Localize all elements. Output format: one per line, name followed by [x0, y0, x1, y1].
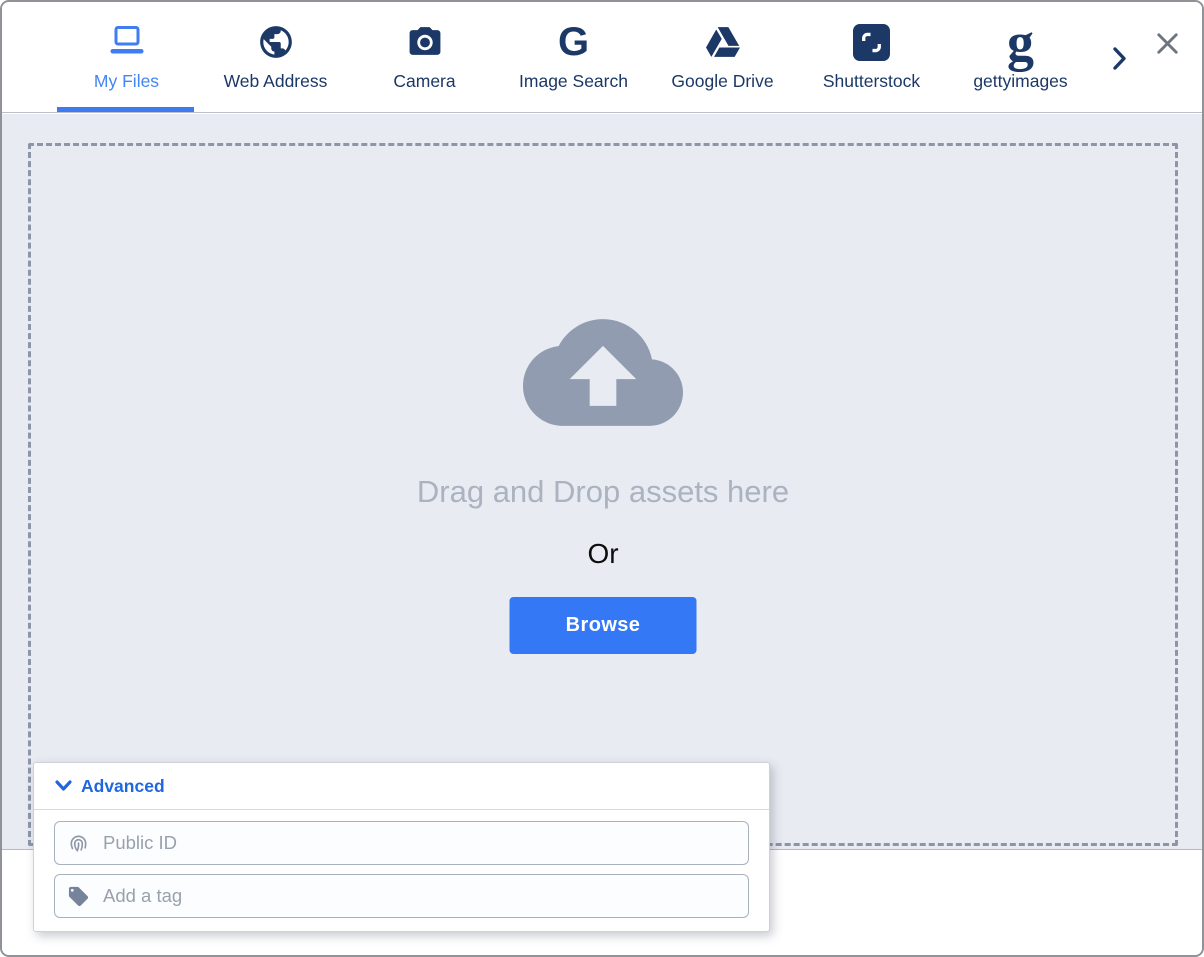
close-button[interactable] [1150, 26, 1184, 60]
advanced-title: Advanced [81, 776, 165, 797]
tab-label: Camera [393, 71, 455, 92]
shutterstock-icon [853, 21, 890, 63]
letter-G-icon: G [558, 21, 589, 63]
upload-widget: My Files Web Address Camera G [0, 0, 1204, 957]
cloud-upload-icon [523, 319, 683, 426]
source-tabbar: My Files Web Address Camera G [2, 2, 1202, 113]
tab-google-drive[interactable]: Google Drive [648, 2, 797, 112]
tabs-scroll-next-button[interactable] [1108, 44, 1130, 72]
advanced-toggle[interactable]: Advanced [34, 763, 769, 810]
tab-camera[interactable]: Camera [350, 2, 499, 112]
laptop-icon [105, 21, 149, 63]
fingerprint-icon [67, 832, 90, 855]
tab-label: My Files [94, 71, 159, 92]
tab-gettyimages[interactable]: g gettyimages [946, 2, 1095, 112]
browse-button[interactable]: Browse [510, 597, 697, 654]
chevron-down-icon [55, 780, 72, 792]
getty-g-icon: g [1007, 21, 1034, 63]
drag-drop-zone[interactable]: Drag and Drop assets here Or Browse [28, 143, 1178, 846]
public-id-input[interactable] [101, 831, 736, 855]
add-tag-input[interactable] [101, 884, 736, 908]
close-icon [1152, 28, 1183, 59]
tab-image-search[interactable]: G Image Search [499, 2, 648, 112]
add-tag-field[interactable] [54, 874, 749, 918]
tag-icon [67, 885, 90, 908]
tab-shutterstock[interactable]: Shutterstock [797, 2, 946, 112]
camera-icon [405, 21, 445, 63]
chevron-right-icon [1111, 46, 1128, 71]
advanced-body [34, 810, 769, 931]
tab-label: gettyimages [973, 71, 1067, 92]
tab-label: Web Address [224, 71, 328, 92]
advanced-panel: Advanced [33, 762, 770, 932]
tab-label: Image Search [519, 71, 628, 92]
tab-label: Shutterstock [823, 71, 920, 92]
globe-icon [257, 21, 295, 63]
public-id-field[interactable] [54, 821, 749, 865]
tab-my-files[interactable]: My Files [52, 2, 201, 112]
upload-area: Drag and Drop assets here Or Browse [2, 114, 1202, 849]
or-text: Or [31, 538, 1175, 570]
google-drive-icon [704, 21, 742, 63]
tab-web-address[interactable]: Web Address [201, 2, 350, 112]
tab-label: Google Drive [671, 71, 773, 92]
drag-drop-text: Drag and Drop assets here [31, 474, 1175, 510]
